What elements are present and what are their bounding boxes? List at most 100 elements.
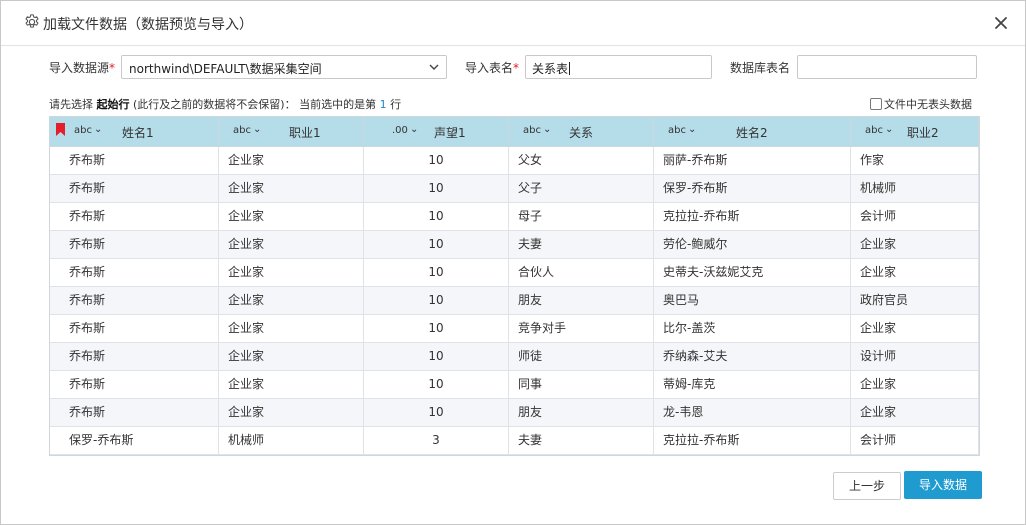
chevron-down-icon: ⌄ [688, 124, 697, 135]
table-cell: 会计师 [851, 203, 979, 230]
data-preview-grid: abc ⌄ 姓名1 abc ⌄ 职业1.00 ⌄ 声望1 abc ⌄ 关系 abc ⌄ 姓名2 abc ⌄ 职业… [49, 116, 980, 456]
table-cell: 朋友 [509, 399, 654, 426]
chevron-down-icon: ⌄ [94, 124, 103, 135]
table-name-label: 导入表名* [465, 61, 520, 75]
table-cell: 乔布斯 [50, 203, 219, 230]
close-icon[interactable] [991, 13, 1011, 33]
table-cell: 竞争对手 [509, 315, 654, 342]
load-file-dialog: 加载文件数据（数据预览与导入） 导入数据源* northwind\DEFAULT… [0, 0, 1026, 525]
table-cell: 乔布斯 [50, 343, 219, 370]
column-header[interactable]: .00 ⌄ 声望1 [364, 117, 509, 146]
column-name: 职业2 [907, 126, 939, 140]
table-row[interactable]: 乔布斯 企业家 10 同事 蒂姆-库克 企业家 [50, 371, 979, 399]
table-cell: 作家 [851, 147, 979, 174]
table-row[interactable]: 乔布斯 企业家 10 合伙人 史蒂夫-沃兹妮艾克 企业家 [50, 259, 979, 287]
table-cell: 企业家 [851, 371, 979, 398]
table-cell: 劳伦-鲍威尔 [654, 231, 851, 258]
table-cell: 企业家 [851, 231, 979, 258]
table-row[interactable]: 乔布斯 企业家 10 夫妻 劳伦-鲍威尔 企业家 [50, 231, 979, 259]
table-cell: 企业家 [219, 287, 364, 314]
gear-icon [25, 14, 39, 28]
import-data-button[interactable]: 导入数据 [904, 471, 982, 499]
table-cell: 企业家 [219, 259, 364, 286]
table-cell: 10 [364, 371, 509, 398]
chevron-down-icon: ⌄ [885, 124, 894, 135]
table-cell: 乔布斯 [50, 147, 219, 174]
table-cell: 企业家 [219, 399, 364, 426]
table-cell: 企业家 [851, 315, 979, 342]
table-cell: 师徒 [509, 343, 654, 370]
table-cell: 乔布斯 [50, 399, 219, 426]
table-cell: 会计师 [851, 427, 979, 454]
column-header[interactable]: abc ⌄ 姓名1 [50, 117, 219, 146]
table-cell: 10 [364, 315, 509, 342]
dialog-title: 加载文件数据（数据预览与导入） [43, 17, 253, 33]
table-cell: 母子 [509, 203, 654, 230]
column-name: 姓名1 [122, 126, 154, 140]
table-row[interactable]: 乔布斯 企业家 10 师徒 乔纳森-艾夫 设计师 [50, 343, 979, 371]
table-row[interactable]: 乔布斯 企业家 10 朋友 奥巴马 政府官员 [50, 287, 979, 315]
no-header-checkbox[interactable]: 文件中无表头数据 [870, 96, 972, 112]
table-cell: 3 [364, 427, 509, 454]
table-cell: 乔布斯 [50, 371, 219, 398]
grid-header: abc ⌄ 姓名1 abc ⌄ 职业1.00 ⌄ 声望1 abc ⌄ 关系 abc ⌄ 姓名2 abc ⌄ 职业… [50, 117, 979, 147]
bookmark-icon [56, 123, 65, 136]
table-cell: 夫妻 [509, 231, 654, 258]
column-header[interactable]: abc ⌄ 姓名2 [654, 117, 851, 146]
table-cell: 设计师 [851, 343, 979, 370]
table-cell: 乔布斯 [50, 315, 219, 342]
db-table-name-input[interactable] [797, 55, 977, 79]
table-cell: 10 [364, 147, 509, 174]
prev-step-button[interactable]: 上一步 [833, 472, 901, 500]
column-type-selector[interactable]: abc [233, 125, 251, 136]
table-row[interactable]: 乔布斯 企业家 10 竞争对手 比尔-盖茨 企业家 [50, 315, 979, 343]
dialog-titlebar: 加载文件数据（数据预览与导入） [1, 1, 1025, 46]
db-table-name-label: 数据库表名 [730, 61, 791, 75]
column-header[interactable]: abc ⌄ 职业2 [851, 117, 979, 146]
data-source-select[interactable]: northwind\DEFAULT\数据采集空间 [121, 55, 447, 79]
table-cell: 企业家 [219, 175, 364, 202]
table-cell: 保罗-乔布斯 [50, 427, 219, 454]
table-name-input[interactable]: 关系表 [525, 55, 712, 79]
checkbox-icon[interactable] [870, 98, 882, 110]
column-header[interactable]: abc ⌄ 关系 [509, 117, 654, 146]
table-cell: 合伙人 [509, 259, 654, 286]
column-type-selector[interactable]: abc [668, 125, 686, 136]
no-header-label: 文件中无表头数据 [884, 98, 972, 111]
table-cell: 比尔-盖茨 [654, 315, 851, 342]
start-row-hint: 请先选择 起始行 (此行及之前的数据将不会保留)： 当前选中的是第 1 行 [49, 98, 402, 111]
chevron-down-icon: ⌄ [253, 124, 262, 135]
table-cell: 蒂姆-库克 [654, 371, 851, 398]
chevron-down-icon [429, 64, 439, 70]
table-cell: 同事 [509, 371, 654, 398]
table-row[interactable]: 乔布斯 企业家 10 父女 丽萨-乔布斯 作家 [50, 147, 979, 175]
column-name: 职业1 [289, 126, 321, 140]
table-cell: 夫妻 [509, 427, 654, 454]
table-cell: 父子 [509, 175, 654, 202]
table-cell: 克拉拉-乔布斯 [654, 427, 851, 454]
table-cell: 乔布斯 [50, 231, 219, 258]
column-type-selector[interactable]: abc [523, 125, 541, 136]
column-type-selector[interactable]: abc [865, 125, 883, 136]
table-cell: 机械师 [219, 427, 364, 454]
table-row[interactable]: 保罗-乔布斯 机械师 3 夫妻 克拉拉-乔布斯 会计师 [50, 427, 979, 455]
column-name: 声望1 [434, 126, 466, 140]
table-cell: 朋友 [509, 287, 654, 314]
table-row[interactable]: 乔布斯 企业家 10 朋友 龙-韦恩 企业家 [50, 399, 979, 427]
column-name: 姓名2 [736, 126, 768, 140]
table-row[interactable]: 乔布斯 企业家 10 母子 克拉拉-乔布斯 会计师 [50, 203, 979, 231]
column-header[interactable]: abc ⌄ 职业1 [219, 117, 364, 146]
table-cell: 企业家 [219, 147, 364, 174]
table-cell: 奥巴马 [654, 287, 851, 314]
column-name: 关系 [569, 126, 594, 140]
table-cell: 企业家 [219, 343, 364, 370]
table-cell: 10 [364, 231, 509, 258]
table-cell: 克拉拉-乔布斯 [654, 203, 851, 230]
table-cell: 10 [364, 175, 509, 202]
column-type-selector[interactable]: .00 [392, 125, 408, 136]
column-type-selector[interactable]: abc [74, 125, 92, 136]
data-source-value: northwind\DEFAULT\数据采集空间 [129, 62, 322, 76]
table-row[interactable]: 乔布斯 企业家 10 父子 保罗-乔布斯 机械师 [50, 175, 979, 203]
table-cell: 龙-韦恩 [654, 399, 851, 426]
table-cell: 企业家 [851, 399, 979, 426]
